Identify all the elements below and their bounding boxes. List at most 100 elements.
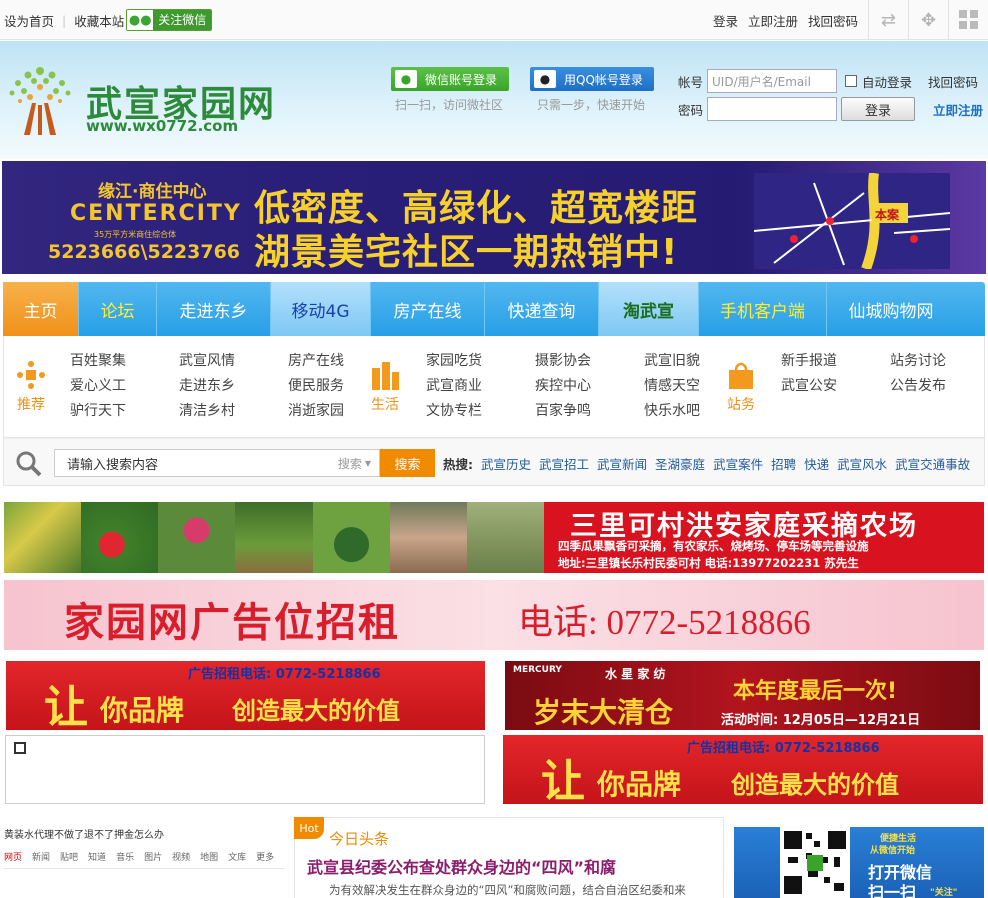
farm-photo-strip: [4, 502, 544, 573]
hot-search-link[interactable]: 武宣招工: [539, 454, 589, 473]
subnav-link[interactable]: 武宣旧貌: [644, 352, 700, 371]
search-input[interactable]: 请输入搜索内容: [54, 449, 331, 477]
shuixing-sale: 岁末大清仓: [533, 696, 674, 729]
strawberry-photo: [81, 502, 159, 573]
shuixing-brand: 水 星 家 纺: [605, 667, 666, 681]
subnav-link[interactable]: 武宣风情: [179, 352, 235, 371]
brand-phone: 广告招租电话: 0772-5218866: [188, 667, 381, 682]
wechat-login-button[interactable]: ● 微信账号登录: [391, 67, 509, 91]
hot-search-link[interactable]: 武宣案件: [713, 454, 763, 473]
hot-search-link[interactable]: 招聘: [771, 454, 796, 473]
hot-search-link[interactable]: 武宣新闻: [597, 454, 647, 473]
subnav-link[interactable]: 家园吃货: [426, 352, 482, 371]
recommend-icon-shape: [17, 361, 45, 389]
search-button[interactable]: 搜索: [380, 449, 435, 477]
nav-item-taowuxuan[interactable]: 淘武宣: [599, 282, 699, 336]
top-find-password-link[interactable]: 找回密码: [808, 11, 858, 30]
find-password-link[interactable]: 找回密码: [928, 72, 978, 91]
nav-item-house[interactable]: 房产在线: [371, 282, 485, 336]
centercity-banner[interactable]: 缘江·商住中心 CENTERCITY 35万平方米商住综合体 5223666\5…: [2, 161, 986, 274]
bookmark-link[interactable]: 收藏本站: [74, 11, 124, 30]
nav-item-dongxiang[interactable]: 走进东乡: [157, 282, 271, 336]
brand-slogan-big: 让: [44, 683, 88, 730]
farm-line-1: 四季瓜果飘香可采摘，有农家乐、烧烤场、停车场等完善设施: [558, 539, 869, 553]
broken-image-slot[interactable]: [5, 735, 485, 804]
subnav-link[interactable]: 房产在线: [288, 352, 344, 371]
follow-wechat-label: 关注微信: [153, 10, 212, 30]
screenshot-tab: 网页: [4, 853, 23, 863]
hot-search-link[interactable]: 武宣历史: [481, 454, 531, 473]
subnav-link[interactable]: 摄影协会: [535, 352, 591, 371]
sub-nav: 推荐 百姓聚集 爱心义工 驴行天下 武宣风情 走进东乡 清洁乡村 房产在线 便民…: [3, 336, 985, 438]
nav-item-express[interactable]: 快递查询: [485, 282, 599, 336]
top-register-link[interactable]: 立即注册: [748, 11, 798, 30]
hot-tag: Hot: [294, 817, 324, 839]
wechat-qr-ad[interactable]: 便捷生活 从微信开始 打开微信 扫一扫 "关注": [734, 827, 984, 898]
tree-logo-icon: [9, 67, 71, 135]
search-type-select[interactable]: 搜索 ▼: [330, 449, 380, 477]
hot-search-link[interactable]: 快递: [804, 454, 829, 473]
subnav-link[interactable]: 快乐水吧: [644, 402, 700, 421]
site-url: www.wx0772.com: [86, 117, 239, 135]
subnav-link[interactable]: 新手报道: [781, 352, 837, 371]
search-screenshot-thumb[interactable]: 黄装水代理不做了退不了押金怎么办 网页 新闻 贴吧 知道 音乐 图片 视频 地图…: [4, 820, 284, 898]
move-arrows-icon[interactable]: ✥: [908, 0, 948, 40]
shuixing-home-textile-ad[interactable]: MERCURY 水 星 家 纺 岁末大清仓 本年度最后一次! 活动时间: 12月…: [505, 661, 980, 730]
subnav-link[interactable]: 武宣公安: [781, 377, 837, 396]
set-home-link[interactable]: 设为首页: [4, 11, 54, 30]
subnav-link[interactable]: 公告发布: [890, 377, 946, 396]
search-type-label: 搜索: [337, 456, 362, 471]
subnav-link[interactable]: 文协专栏: [426, 402, 482, 421]
subnav-link[interactable]: 疾控中心: [535, 377, 591, 396]
subnav-link[interactable]: 走进东乡: [179, 377, 235, 396]
grid-icon-shape: [958, 10, 978, 29]
watermelon-photo: [312, 502, 390, 573]
brand-value-ad-left[interactable]: 广告招租电话: 0772-5218866 让 你品牌 创造最大的价值: [6, 661, 485, 730]
subnav-link[interactable]: 清洁乡村: [179, 402, 235, 421]
subnav-link[interactable]: 驴行天下: [70, 402, 126, 421]
subnav-link[interactable]: 百家争鸣: [535, 402, 591, 421]
banner-brand-cn: 缘江·商住中心: [98, 182, 207, 202]
subnav-link[interactable]: 爱心义工: [70, 377, 126, 396]
top-bar: 设为首页 | 收藏本站 ●● 关注微信 登录 立即注册 找回密码 ⇄ ✥: [0, 0, 988, 40]
hot-search-link[interactable]: 武宣交通事故: [895, 454, 970, 473]
farm-ad-banner[interactable]: 三里可村洪安家庭采摘农场 四季瓜果飘香可采摘，有农家乐、烧烤场、停车场等完善设施…: [4, 502, 984, 573]
subnav-link[interactable]: 武宣商业: [426, 377, 482, 396]
search-bar: 请输入搜索内容 搜索 ▼ 搜索 热搜: 武宣历史 武宣招工 武宣新闻 圣湖豪庭 武…: [3, 438, 985, 486]
rent-title: 家园网广告位招租: [64, 600, 400, 646]
login-button[interactable]: 登录: [841, 97, 915, 121]
hot-search-link[interactable]: 武宣风水: [837, 454, 887, 473]
auto-login-label: 自动登录: [862, 74, 913, 90]
nav-item-home[interactable]: 主页: [3, 282, 79, 336]
auto-login-checkbox[interactable]: 自动登录: [845, 72, 912, 91]
register-link[interactable]: 立即注册: [933, 100, 983, 119]
headline-summary: 为有效解决发生在群众身边的“四风”和腐败问题，结合自治区纪委和来: [329, 883, 686, 897]
top-login-link[interactable]: 登录: [713, 11, 738, 30]
grid-icon[interactable]: [948, 0, 988, 40]
shopping-bag-icon: [729, 362, 753, 389]
subnav-link[interactable]: 情感天空: [644, 377, 700, 396]
screenshot-tab: 新闻: [32, 853, 51, 863]
nav-item-forum[interactable]: 论坛: [79, 282, 157, 336]
nav-item-mobile-client[interactable]: 手机客户端: [699, 282, 827, 336]
subnav-link[interactable]: 消逝家园: [288, 402, 344, 421]
qq-login-button[interactable]: ● 用QQ帐号登录: [530, 67, 654, 91]
nav-item-xiancheng-shop[interactable]: 仙城购物网: [827, 282, 955, 336]
qq-hint: 只需一步，快速开始: [537, 98, 646, 112]
shuffle-icon[interactable]: ⇄: [868, 0, 908, 40]
brand-slogan-end: 创造最大的价值: [731, 771, 899, 799]
password-input[interactable]: [707, 97, 837, 121]
qr-text-5: "关注": [930, 888, 958, 898]
hot-search-link[interactable]: 圣湖豪庭: [655, 454, 705, 473]
nav-item-mobile-4g[interactable]: 移动4G: [271, 282, 371, 336]
brand-value-ad-right[interactable]: 广告招租电话: 0772-5218866 让 你品牌 创造最大的价值: [503, 735, 983, 804]
subnav-link[interactable]: 百姓聚集: [70, 352, 126, 371]
subnav-link[interactable]: 便民服务: [288, 377, 344, 396]
follow-wechat-button[interactable]: ●● 关注微信: [126, 9, 213, 31]
search-icon: [16, 451, 42, 477]
ad-rent-banner[interactable]: 家园网广告位招租 电话: 0772-5218866: [4, 580, 984, 650]
account-input[interactable]: UID/用户名/Email: [707, 69, 837, 93]
subnav-link[interactable]: 站务讨论: [890, 352, 946, 371]
site-label: 站务: [727, 397, 755, 413]
headline-link[interactable]: 武宣县纪委公布查处群众身边的“四风”和腐: [307, 854, 616, 878]
